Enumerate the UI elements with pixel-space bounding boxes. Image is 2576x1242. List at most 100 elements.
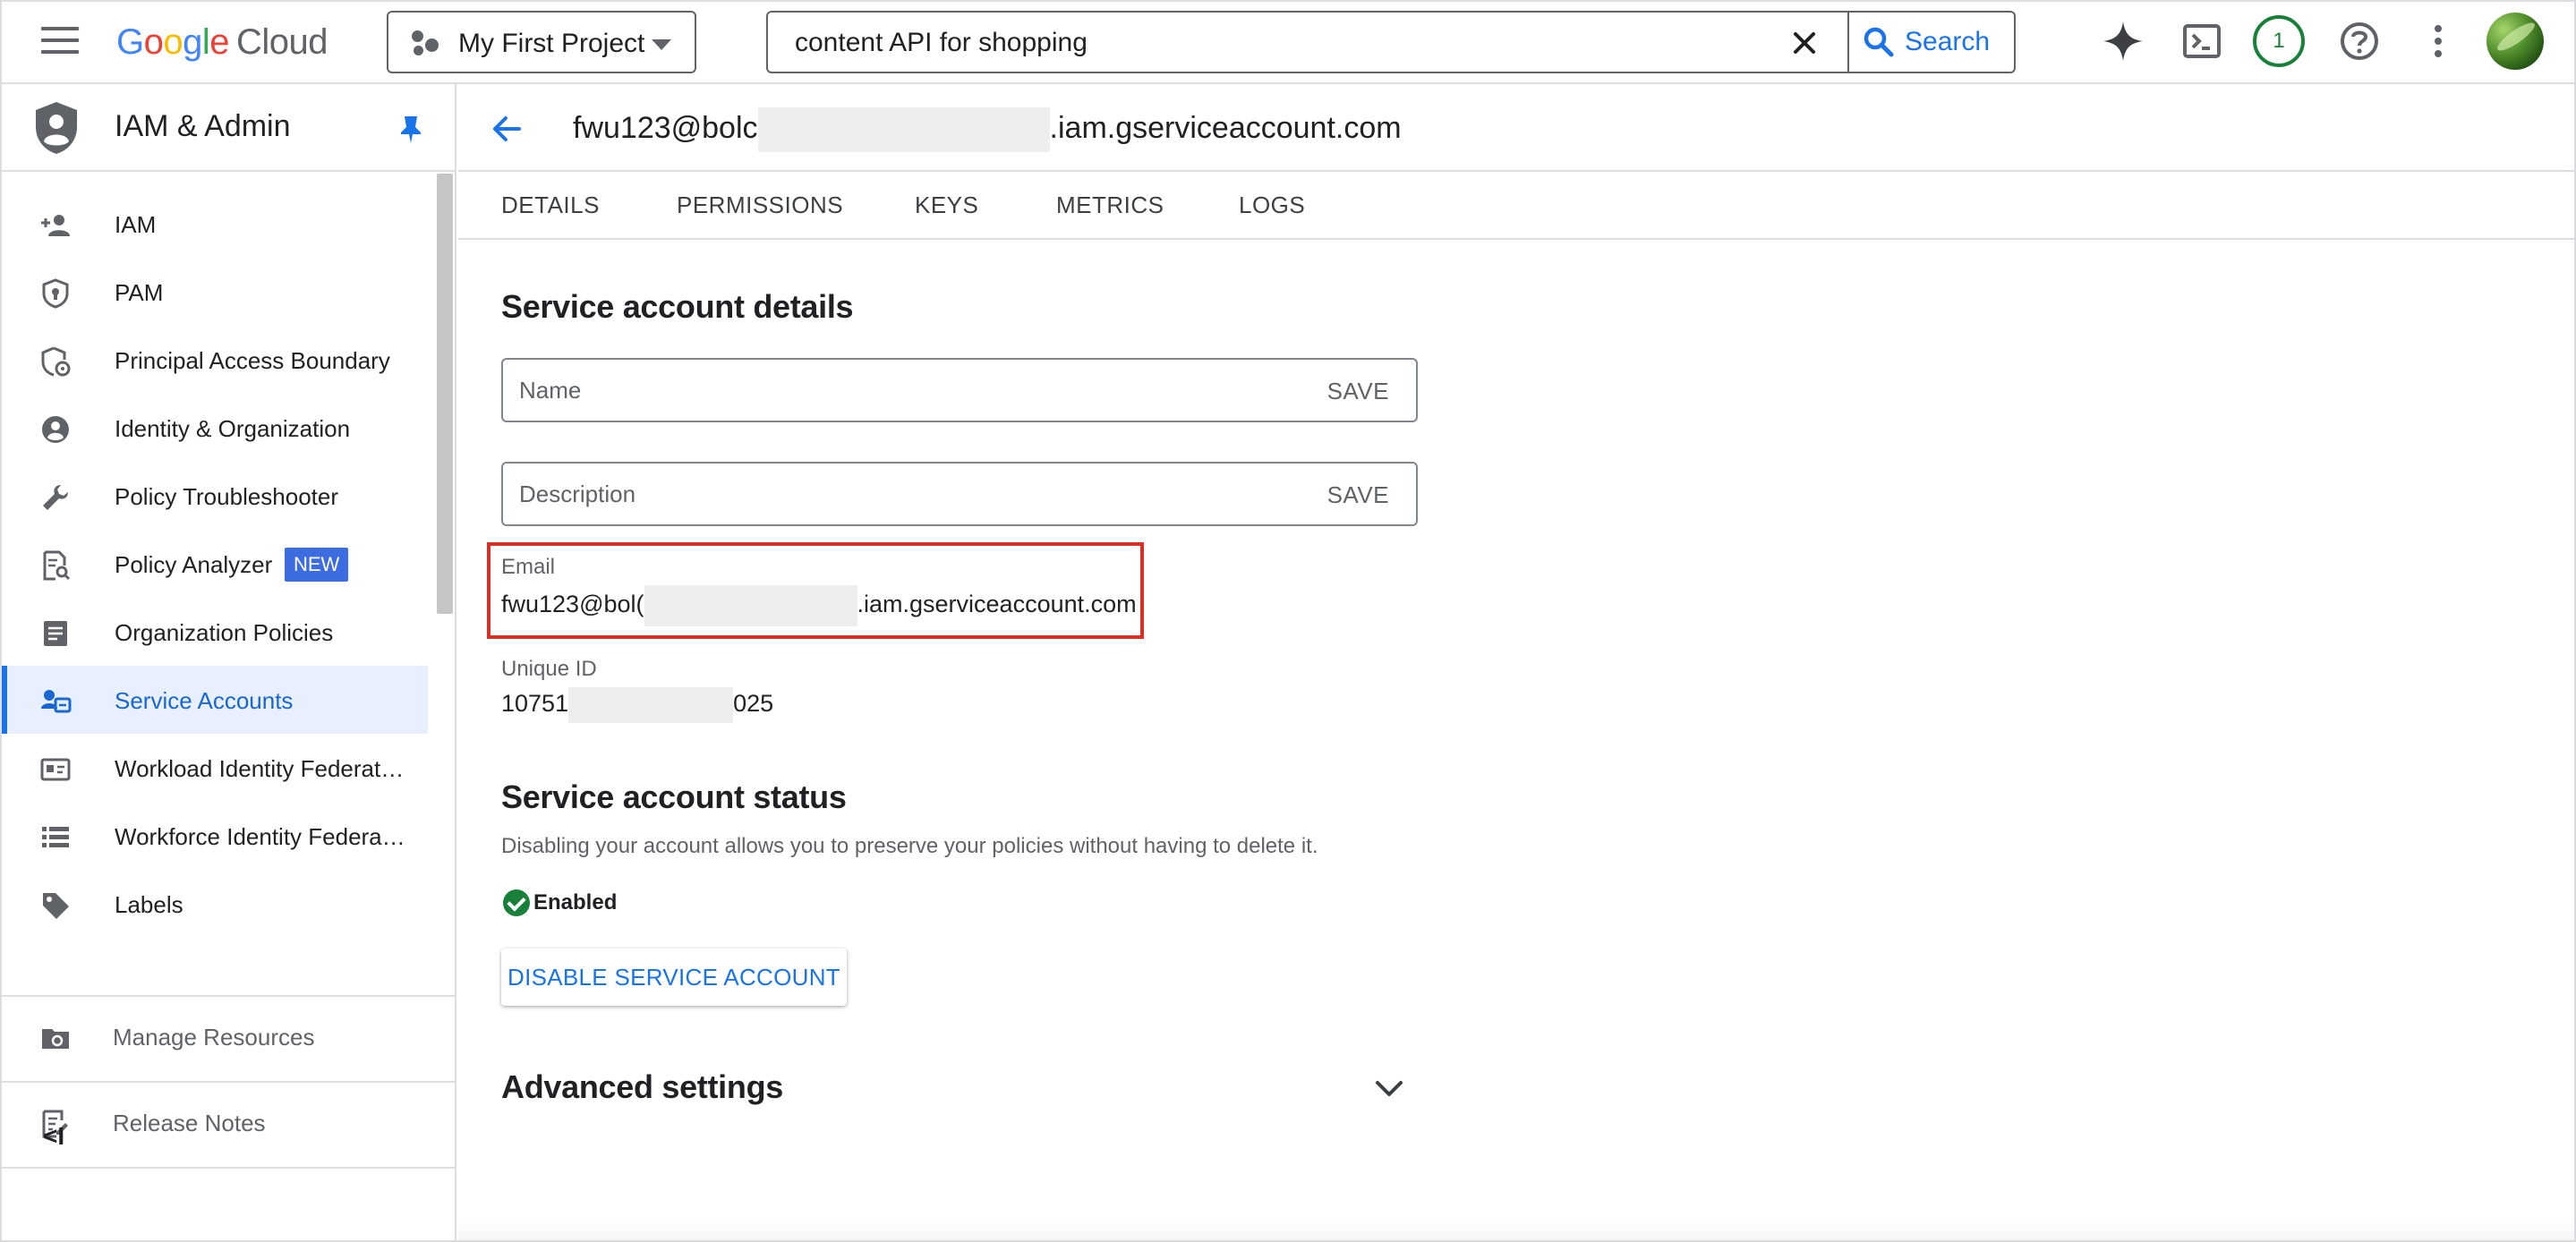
redacted-block: [644, 585, 857, 626]
person-add-icon: [41, 215, 70, 236]
collapse-sidebar-icon[interactable]: <I: [43, 1122, 64, 1151]
account-circle-icon: [42, 416, 69, 443]
iam-shield-icon: [36, 102, 77, 154]
project-hierarchy-icon: [412, 30, 439, 57]
cloud-shell-terminal-icon[interactable]: [2175, 14, 2229, 68]
tab-permissions[interactable]: PERMISSIONS: [677, 191, 843, 219]
chevron-down-icon[interactable]: [1373, 1076, 1405, 1102]
sidebar-item-label: Principal Access Boundary: [115, 347, 390, 374]
user-avatar[interactable]: [2486, 13, 2544, 70]
sidebar-item-principal-access-boundary[interactable]: Principal Access Boundary: [2, 326, 428, 394]
sidebar-item-identity-organization[interactable]: Identity & Organization: [2, 394, 428, 462]
details-heading: Service account details: [501, 288, 854, 325]
help-icon[interactable]: [2333, 14, 2386, 68]
shield-lock-icon: [42, 278, 69, 309]
sidebar-item-label: Workforce Identity Federa…: [115, 823, 405, 850]
search-input[interactable]: [795, 23, 1797, 63]
clear-search-icon[interactable]: [1787, 25, 1822, 61]
sidebar-item-labels[interactable]: Labels: [2, 870, 428, 938]
status-description: Disabling your account allows you to pre…: [501, 834, 1318, 858]
notifications-button[interactable]: 1: [2252, 14, 2306, 68]
sidebar-item-release-notes[interactable]: Release Notes: [2, 1083, 455, 1163]
more-options-icon[interactable]: [2411, 14, 2465, 68]
search-button[interactable]: Search: [1862, 21, 1990, 63]
top-bar: GoogleCloud My First Project Sea: [2, 2, 2574, 84]
sidebar-item-label: Workload Identity Federat…: [115, 755, 405, 782]
status-label: Enabled: [533, 890, 618, 914]
sidebar-item-label: Service Accounts: [115, 687, 294, 714]
tab-bar: DETAILS PERMISSIONS KEYS METRICS LOGS: [458, 174, 2574, 240]
sidebar-item-service-accounts[interactable]: Service Accounts: [2, 666, 428, 734]
google-cloud-logo[interactable]: Google Cloud: [116, 20, 328, 64]
page-title: fwu123@bolc .iam.gserviceaccount.com: [573, 107, 1402, 152]
tab-keys[interactable]: KEYS: [915, 191, 978, 219]
unique-id-label: Unique ID: [501, 657, 597, 681]
name-field: SAVE: [501, 358, 1418, 422]
email-value: fwu123@bol(.iam.gserviceaccount.com: [501, 585, 1137, 626]
status-indicator: Enabled: [503, 889, 617, 916]
sidebar-item-pam[interactable]: PAM: [2, 258, 428, 326]
folder-settings-icon: [42, 1029, 69, 1049]
status-heading: Service account status: [501, 778, 847, 815]
redacted-block: [757, 107, 1050, 152]
check-circle-icon: [503, 889, 530, 916]
caret-down-icon: [652, 39, 671, 50]
sidebar-item-label: IAM: [115, 211, 157, 238]
back-arrow-icon[interactable]: [489, 111, 525, 147]
sidebar-scrollbar[interactable]: [437, 174, 453, 614]
wrench-icon: [43, 485, 68, 510]
sidebar-item-label: Policy Troubleshooter: [115, 483, 339, 510]
new-badge: NEW: [285, 548, 349, 582]
sidebar-item-label: Organization Policies: [115, 619, 334, 646]
sidebar-item-policy-troubleshooter[interactable]: Policy Troubleshooter: [2, 462, 428, 530]
save-name-button[interactable]: SAVE: [1327, 378, 1389, 405]
disable-service-account-button[interactable]: DISABLE SERVICE ACCOUNT: [501, 949, 847, 1006]
search-button-label: Search: [1905, 27, 1991, 56]
unique-id-value: 10751 025: [501, 687, 773, 723]
service-account-icon: [41, 690, 72, 713]
app-window: GoogleCloud My First Project Sea: [0, 0, 2576, 1242]
sidebar-item-organization-policies[interactable]: Organization Policies: [2, 598, 428, 666]
tab-metrics[interactable]: METRICS: [1056, 191, 1164, 219]
page-header: fwu123@bolc .iam.gserviceaccount.com: [458, 84, 2574, 172]
sidebar-item-iam[interactable]: IAM: [2, 190, 428, 258]
email-label: Email: [501, 555, 556, 579]
sidebar-header: IAM & Admin: [2, 84, 455, 172]
search-divider: [1847, 13, 1849, 72]
tab-details[interactable]: DETAILS: [501, 191, 600, 219]
description-field: SAVE: [501, 462, 1418, 526]
pin-icon[interactable]: [397, 115, 424, 143]
sidebar-title: IAM & Admin: [115, 109, 291, 143]
project-picker[interactable]: My First Project: [387, 11, 696, 73]
sidebar-item-workforce-identity-federation[interactable]: Workforce Identity Federa…: [2, 802, 428, 870]
redacted-block: [568, 687, 734, 723]
sidebar-item-label: Manage Resources: [113, 1024, 315, 1051]
sidebar: IAM & Admin IAM PAM Principal Access Bou…: [2, 84, 456, 1240]
bottom-fade: [458, 1217, 2574, 1240]
tag-icon: [43, 893, 69, 919]
advanced-settings-heading[interactable]: Advanced settings: [501, 1068, 783, 1106]
sidebar-item-label: Identity & Organization: [115, 415, 351, 442]
sidebar-item-label: Release Notes: [113, 1110, 266, 1136]
name-input[interactable]: [519, 372, 1289, 408]
sidebar-item-label: Labels: [115, 891, 183, 918]
sidebar-item-policy-analyzer[interactable]: Policy Analyzer NEW: [2, 530, 428, 598]
search-bar: Search: [766, 11, 2016, 73]
main-content: fwu123@bolc .iam.gserviceaccount.com DETA…: [458, 84, 2574, 1240]
search-icon: [1864, 27, 1894, 57]
main-menu-icon[interactable]: [41, 27, 79, 57]
sidebar-item-workload-identity-federation[interactable]: Workload Identity Federat…: [2, 734, 428, 802]
document-search-icon: [43, 550, 71, 581]
list-icon: [42, 827, 69, 847]
save-description-button[interactable]: SAVE: [1327, 481, 1389, 509]
gemini-sparkle-icon[interactable]: [2096, 14, 2150, 68]
shield-settings-icon: [41, 346, 71, 377]
project-name: My First Project: [458, 29, 645, 58]
description-input[interactable]: [519, 476, 1289, 512]
tab-logs[interactable]: LOGS: [1239, 191, 1305, 219]
sidebar-item-label: Policy Analyzer: [115, 551, 273, 578]
sidebar-item-manage-resources[interactable]: Manage Resources: [2, 997, 455, 1077]
sidebar-divider: [2, 1167, 455, 1169]
id-card-icon: [40, 758, 71, 781]
sidebar-item-label: PAM: [115, 279, 164, 306]
